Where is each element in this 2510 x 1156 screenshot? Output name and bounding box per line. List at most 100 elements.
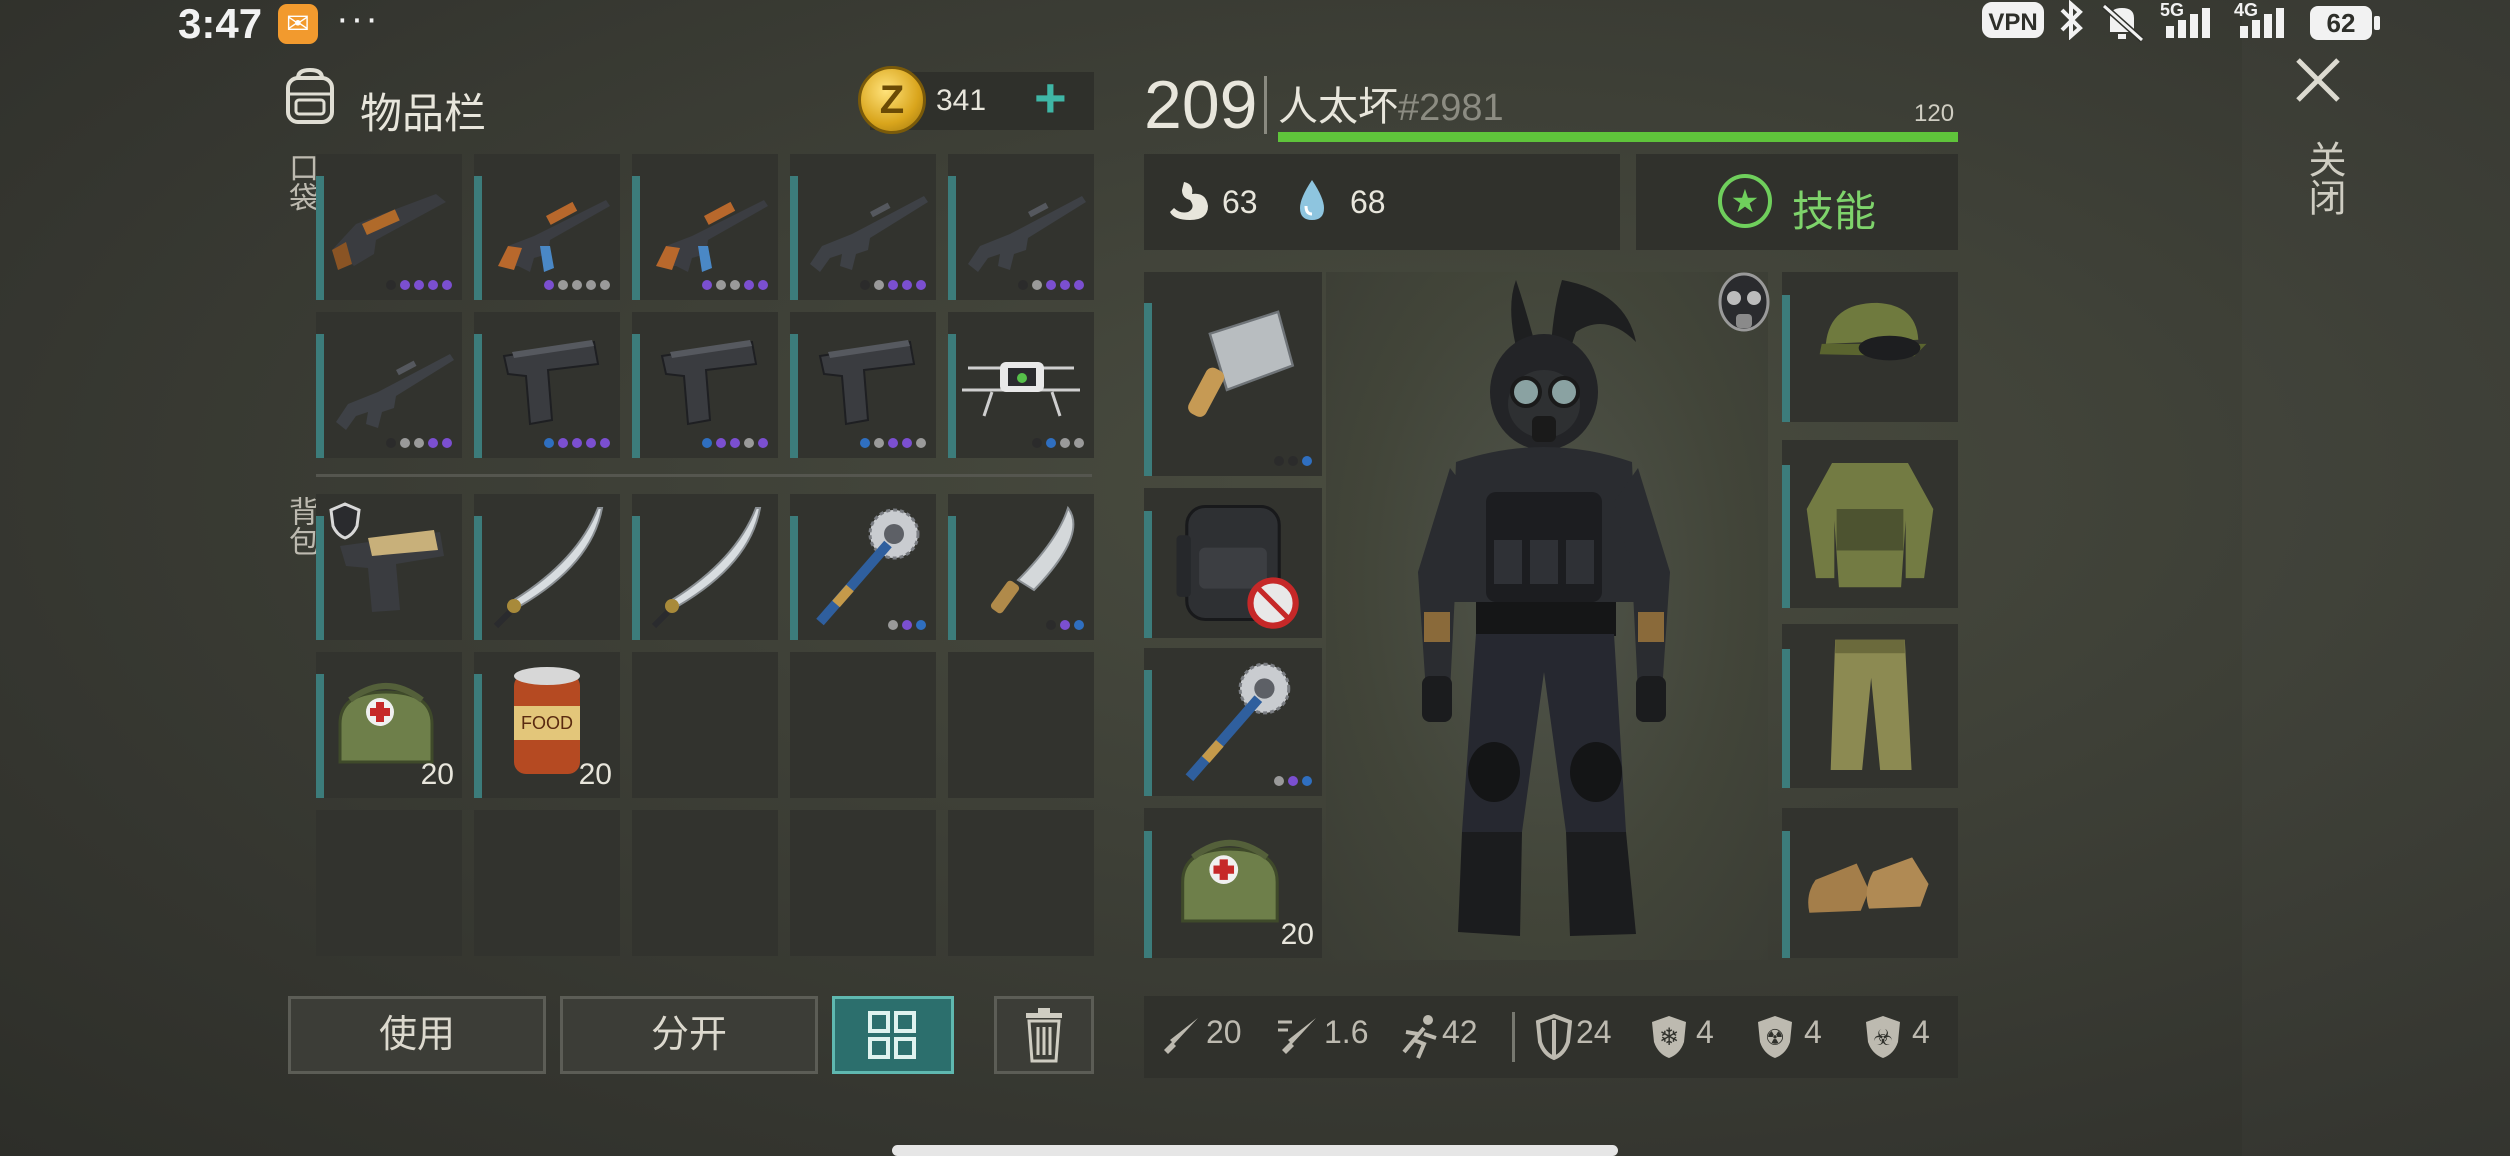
slot-medkit-bag[interactable]: 20 [1144, 808, 1322, 958]
hunger-value: 63 [1222, 184, 1258, 220]
slot-machete[interactable] [948, 494, 1094, 640]
slot-katana[interactable] [474, 494, 620, 640]
attack-speed-icon [1278, 1018, 1316, 1054]
rarity-dot [916, 280, 926, 290]
slot-pump-shotgun[interactable] [316, 154, 462, 300]
slot-camo-pants[interactable] [1782, 624, 1958, 788]
empty-slot[interactable] [948, 652, 1094, 798]
empty-slot[interactable] [790, 810, 936, 956]
rarity-dot [888, 280, 898, 290]
rarity-dot [758, 280, 768, 290]
rarity-dot [414, 438, 424, 448]
slot-katana[interactable] [632, 494, 778, 640]
home-indicator[interactable] [892, 1145, 1618, 1156]
pistol-icon [660, 340, 758, 426]
empty-slot[interactable] [474, 810, 620, 956]
slot-pistol[interactable] [474, 312, 620, 458]
tactical-backpack-icon [1176, 504, 1299, 629]
slot-assault-rifle[interactable] [948, 154, 1094, 300]
thirst-value: 68 [1350, 184, 1386, 220]
level-separator [1264, 76, 1267, 134]
rarity-dot [1074, 438, 1084, 448]
split-button[interactable]: 分开 [560, 996, 818, 1074]
slot-camo-cap-sunglasses[interactable] [1782, 272, 1958, 422]
section-divider [316, 474, 1092, 477]
rarity-dot [428, 438, 438, 448]
hp-max-value: 120 [1914, 100, 1955, 127]
backpack-icon [280, 67, 340, 126]
bluetooth-icon [2054, 0, 2088, 49]
empty-slot[interactable] [948, 810, 1094, 956]
inventory-title: 物品栏 [360, 90, 487, 137]
currency-amount: 341 [936, 84, 987, 117]
empty-slot[interactable] [632, 810, 778, 956]
slot-pistol[interactable] [632, 312, 778, 458]
slot-canned-food[interactable]: FOOD 20 [474, 652, 620, 798]
player-name: 人太坏 [1278, 85, 1398, 129]
rarity-dot [1302, 456, 1312, 466]
slot-pistol[interactable] [790, 312, 936, 458]
rarity-dot [1032, 438, 1042, 448]
machete-icon [990, 505, 1075, 614]
slot-saw-mace[interactable] [1144, 648, 1322, 796]
rarity-dot [1060, 438, 1070, 448]
discard-button[interactable] [994, 996, 1094, 1074]
character-model [1418, 280, 1670, 936]
katana-icon [651, 507, 762, 629]
slot-drone[interactable] [948, 312, 1094, 458]
slot-boots[interactable] [1782, 808, 1958, 958]
rarity-dot [586, 438, 596, 448]
rarity-dot [860, 438, 870, 448]
rarity-dot [400, 280, 410, 290]
skills-label: 技能 [1792, 188, 1877, 235]
close-button[interactable] [2290, 52, 2346, 108]
vpn-badge: VPN [1982, 2, 2044, 38]
skills-button[interactable]: ★ 技能 [1636, 154, 1958, 250]
close-label[interactable]: 关闭 [2296, 140, 2351, 216]
rarity-dots [544, 280, 610, 290]
rarity-dots [1046, 620, 1084, 630]
app-notification-icon: ✉ [278, 4, 318, 44]
rarity-dot [414, 280, 424, 290]
rarity-dot [916, 620, 926, 630]
signal-4g-icon: 4G [2234, 0, 2290, 38]
stomach-icon [1170, 182, 1208, 220]
gas-mask-icon [1716, 270, 1772, 340]
rarity-dot [874, 438, 884, 448]
item-quantity: 20 [420, 758, 454, 791]
slot-desert-eagle-pistol[interactable] [316, 494, 462, 640]
slot-tactical-backpack[interactable] [1144, 488, 1322, 638]
rarity-dot [744, 280, 754, 290]
svg-text:❄: ❄ [1659, 1024, 1679, 1051]
slot-camo-jacket[interactable] [1782, 440, 1958, 608]
status-bar: 3:47 ✉ ··· VPN 5G 4G 62 [0, 0, 2510, 47]
slot-cleaver[interactable] [1144, 272, 1322, 476]
add-currency-button[interactable]: + [1034, 70, 1067, 126]
rarity-dot [428, 280, 438, 290]
slot-saw-mace[interactable] [790, 494, 936, 640]
assault-rifle-icon [968, 196, 1086, 272]
rarity-dot [1018, 280, 1028, 290]
armor-shield-icon [1535, 1013, 1573, 1061]
use-button[interactable]: 使用 [288, 996, 546, 1074]
slot-ak-rifle[interactable] [632, 154, 778, 300]
empty-slot[interactable] [790, 652, 936, 798]
rarity-dot [758, 438, 768, 448]
slot-assault-rifle[interactable] [790, 154, 936, 300]
grid-view-button[interactable] [832, 996, 954, 1074]
rarity-dot [558, 280, 568, 290]
slot-medkit-bag[interactable]: 20 [316, 652, 462, 798]
hp-bar-fill [1278, 132, 1958, 142]
empty-slot[interactable] [316, 810, 462, 956]
rarity-dots [702, 280, 768, 290]
empty-slot[interactable] [632, 652, 778, 798]
running-icon [1402, 1015, 1437, 1059]
slot-assault-rifle[interactable] [316, 312, 462, 458]
rarity-dot [1046, 620, 1056, 630]
rarity-dot [1046, 280, 1056, 290]
stats-separator [1512, 1012, 1515, 1062]
slot-ak-rifle[interactable] [474, 154, 620, 300]
rarity-dots [888, 620, 926, 630]
rarity-dot [558, 438, 568, 448]
rarity-dots [860, 438, 926, 448]
